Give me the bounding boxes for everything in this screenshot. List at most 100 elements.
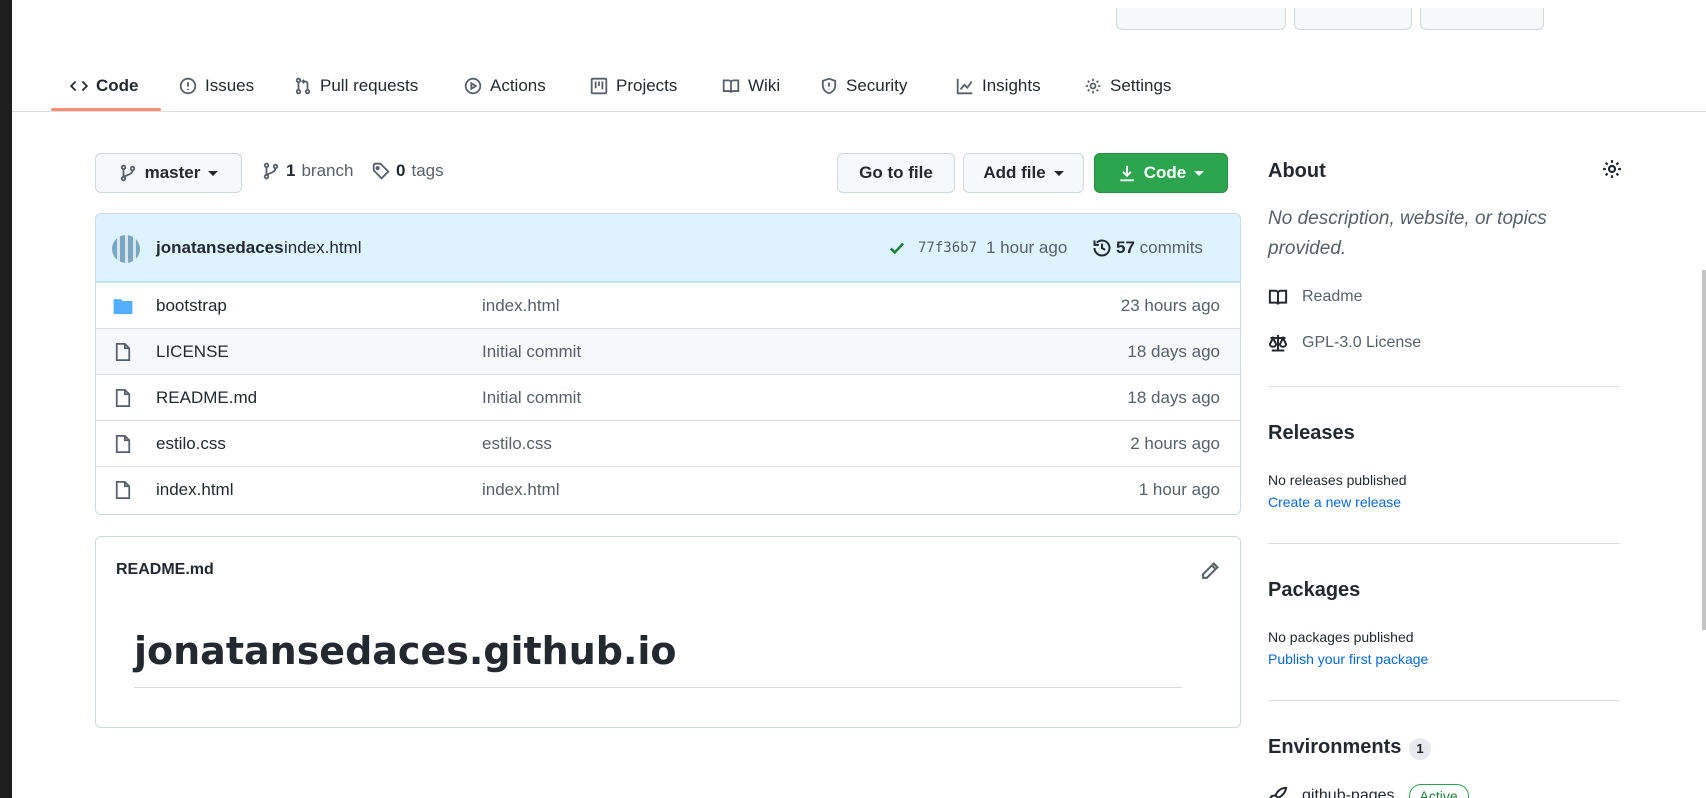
pencil-icon[interactable] (1200, 561, 1220, 581)
avatar[interactable] (112, 235, 140, 263)
graph-icon (956, 78, 973, 95)
repo-nav: Code Issues Pull requests Actions Projec… (12, 60, 1706, 112)
divider (134, 687, 1182, 688)
branch-name: master (144, 163, 201, 182)
commit-author[interactable]: jonatansedaces (156, 238, 284, 258)
file-age: 2 hours ago (1130, 434, 1220, 453)
file-list: jonatansedaces index.html 77f36b7 1 hour… (95, 213, 1241, 515)
table-row[interactable]: index.html index.html 1 hour ago (96, 466, 1240, 512)
divider (1268, 386, 1620, 387)
add-file-label: Add file (983, 163, 1046, 182)
tab-insights[interactable]: Insights (956, 60, 1041, 112)
file-commit-message[interactable]: estilo.css (482, 434, 552, 454)
file-name[interactable]: index.html (156, 480, 233, 500)
file-name[interactable]: README.md (156, 388, 257, 408)
readme-filename[interactable]: README.md (116, 561, 214, 579)
license-link-label: GPL-3.0 License (1302, 334, 1422, 351)
download-icon (1120, 165, 1134, 182)
project-icon (590, 77, 608, 95)
file-icon (115, 389, 131, 407)
file-age: 23 hours ago (1120, 296, 1220, 315)
file-age: 18 days ago (1127, 388, 1220, 407)
tab-pull-requests-label: Pull requests (320, 76, 419, 95)
license-link[interactable]: GPL-3.0 License (1268, 333, 1421, 353)
file-name[interactable]: bootstrap (156, 296, 227, 316)
readme-box: README.md jonatansedaces.github.io (95, 536, 1241, 728)
tab-code[interactable]: Code (70, 60, 139, 112)
tags-link[interactable]: 0 tags (372, 161, 444, 181)
readme-heading: jonatansedaces.github.io (134, 629, 677, 673)
gear-icon[interactable] (1601, 158, 1623, 180)
publish-package-link[interactable]: Publish your first package (1268, 651, 1428, 667)
table-row[interactable]: bootstrap index.html 23 hours ago (96, 282, 1240, 328)
history-icon[interactable] (1092, 238, 1112, 258)
branch-icon (120, 164, 135, 182)
file-commit-message[interactable]: index.html (482, 296, 559, 316)
commit-message[interactable]: index.html (284, 238, 361, 258)
tab-pull-requests[interactable]: Pull requests (294, 60, 418, 112)
star-button-stub[interactable] (1294, 8, 1412, 30)
environments-header[interactable]: Environments 1 (1268, 736, 1431, 760)
create-release-link[interactable]: Create a new release (1268, 494, 1401, 510)
divider (1268, 543, 1620, 544)
table-row[interactable]: LICENSE Initial commit 18 days ago (96, 328, 1240, 374)
file-icon (115, 481, 131, 499)
table-row[interactable]: estilo.css estilo.css 2 hours ago (96, 420, 1240, 466)
tab-insights-label: Insights (982, 76, 1041, 95)
code-download-button[interactable]: Code (1094, 153, 1228, 193)
tab-issues-label: Issues (205, 76, 255, 95)
packages-status: No packages published (1268, 629, 1414, 645)
commit-time: 1 hour ago (986, 238, 1068, 257)
branch-select-button[interactable]: master (95, 153, 242, 193)
environment-item[interactable]: github-pages Active (1268, 784, 1469, 798)
check-icon[interactable] (888, 239, 906, 257)
file-commit-message[interactable]: Initial commit (482, 388, 581, 408)
commits-link[interactable]: 57 commits (1116, 238, 1203, 258)
tab-settings-label: Settings (1110, 76, 1172, 95)
tab-projects[interactable]: Projects (590, 60, 677, 112)
status-badge: Active (1408, 784, 1469, 798)
readme-link[interactable]: Readme (1268, 287, 1362, 307)
branch-icon (263, 162, 279, 180)
tag-icon (372, 162, 390, 180)
tab-wiki[interactable]: Wiki (722, 60, 780, 112)
releases-title[interactable]: Releases (1268, 422, 1355, 445)
tab-wiki-label: Wiki (748, 76, 781, 95)
about-title: About (1268, 160, 1326, 182)
file-age: 1 hour ago (1138, 480, 1220, 499)
folder-icon (113, 299, 133, 315)
tags-count: 0 (396, 161, 406, 180)
file-commit-message[interactable]: Initial commit (482, 342, 581, 362)
file-name[interactable]: estilo.css (156, 434, 226, 454)
file-name[interactable]: LICENSE (156, 342, 229, 362)
rocket-icon (1269, 786, 1288, 798)
add-file-button[interactable]: Add file (963, 153, 1084, 193)
file-commit-message[interactable]: index.html (482, 480, 559, 500)
book-icon (722, 79, 740, 93)
commit-sha[interactable]: 77f36b7 (918, 240, 977, 256)
code-button-label: Code (1143, 163, 1187, 182)
scrollbar[interactable] (1702, 270, 1706, 630)
packages-title[interactable]: Packages (1268, 579, 1360, 602)
tab-projects-label: Projects (616, 76, 678, 95)
table-row[interactable]: README.md Initial commit 18 days ago (96, 374, 1240, 420)
tags-label: tags (411, 161, 444, 180)
latest-commit-bar: jonatansedaces index.html 77f36b7 1 hour… (96, 214, 1240, 282)
fork-button-stub[interactable] (1420, 8, 1544, 30)
watch-button-stub[interactable] (1116, 8, 1286, 30)
tab-settings[interactable]: Settings (1084, 60, 1171, 112)
tab-actions[interactable]: Actions (464, 60, 546, 112)
tab-security[interactable]: Security (820, 60, 907, 112)
active-tab-indicator (51, 108, 161, 111)
chevron-down-icon (208, 170, 219, 176)
go-to-file-button[interactable]: Go to file (837, 153, 955, 193)
environments-count-badge: 1 (1409, 737, 1431, 760)
tab-issues[interactable]: Issues (179, 60, 254, 112)
branches-count: 1 (286, 161, 296, 180)
book-icon (1268, 289, 1288, 305)
branches-link[interactable]: 1 branch (262, 161, 353, 181)
gear-icon (1085, 78, 1101, 94)
tab-security-label: Security (846, 76, 908, 95)
commits-count: 57 (1116, 238, 1135, 257)
code-icon (70, 80, 88, 92)
